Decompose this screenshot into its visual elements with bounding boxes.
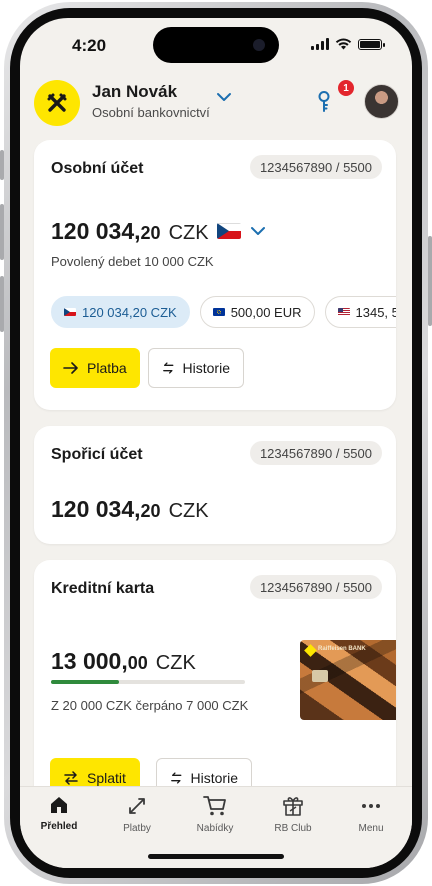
home-indicator bbox=[148, 854, 284, 859]
credit-usage-fill bbox=[51, 680, 119, 684]
credit-card-image[interactable]: Raiffeisen BANK bbox=[300, 640, 396, 720]
history-button[interactable]: Historie bbox=[148, 348, 244, 388]
history-button-label: Historie bbox=[182, 360, 230, 376]
card-chip-icon bbox=[312, 670, 328, 682]
account-number: 1234567890 / 5500 bbox=[249, 441, 382, 465]
key-icon[interactable] bbox=[316, 90, 332, 114]
overdraft-text: Povolený debet 10 000 CZK bbox=[51, 254, 214, 269]
balance-decimals: 00 bbox=[127, 653, 148, 673]
balance-currency: CZK bbox=[168, 222, 209, 244]
notification-badge: 1 bbox=[338, 80, 354, 96]
account-number: 1234567890 / 5500 bbox=[249, 155, 382, 179]
home-icon bbox=[51, 797, 67, 813]
status-icons bbox=[311, 38, 385, 50]
camera-icon bbox=[253, 39, 265, 51]
signal-icon bbox=[311, 38, 329, 50]
balance-currency: CZK bbox=[155, 652, 196, 674]
balance-decimals: 20 bbox=[140, 501, 161, 521]
more-icon bbox=[362, 804, 380, 808]
tab-label: Menu bbox=[358, 823, 384, 834]
action-button bbox=[0, 150, 4, 180]
wifi-icon bbox=[335, 38, 352, 50]
chip-label: 120 034,20 CZK bbox=[82, 304, 177, 320]
history-button[interactable]: Historie bbox=[156, 758, 252, 786]
power-button bbox=[428, 236, 432, 326]
currency-chips: 120 034,20 CZK 500,00 EUR 1345, 58 USD bbox=[51, 296, 396, 328]
cart-icon bbox=[203, 796, 226, 816]
accounts-list[interactable]: Osobní účet 1234567890 / 5500 120 034, 2… bbox=[20, 140, 412, 786]
volume-up-button bbox=[0, 204, 4, 260]
tab-label: Přehled bbox=[40, 821, 78, 832]
repay-button[interactable]: Splatit bbox=[50, 758, 140, 786]
swap-arrows-icon bbox=[163, 362, 174, 374]
payment-button-label: Platba bbox=[87, 360, 127, 376]
chip-label: 500,00 EUR bbox=[230, 304, 302, 320]
card-title: Osobní účet bbox=[51, 160, 144, 177]
arrow-right-icon bbox=[63, 362, 78, 374]
swap-arrows-icon bbox=[64, 771, 78, 785]
czech-flag-icon bbox=[64, 308, 76, 316]
gift-icon bbox=[283, 797, 303, 816]
app-screen: 4:20 Jan Novák Osobní bankovnictví 1 Oso… bbox=[20, 18, 412, 868]
tab-offers[interactable]: Nabídky bbox=[176, 795, 254, 834]
currency-chip-czk[interactable]: 120 034,20 CZK bbox=[51, 296, 190, 328]
credit-usage-text: Z 20 000 CZK čerpáno 7 000 CZK bbox=[51, 698, 249, 713]
card-title: Kreditní karta bbox=[51, 580, 155, 597]
credit-usage-bar bbox=[51, 680, 245, 684]
crossed-gables-icon bbox=[47, 93, 67, 112]
credit-card-account-card[interactable]: Kreditní karta 1234567890 / 5500 13 000,… bbox=[34, 560, 396, 786]
tab-label: Platby bbox=[123, 823, 151, 834]
status-bar: 4:20 bbox=[20, 18, 412, 70]
balance-main: 120 034, bbox=[51, 496, 141, 522]
savings-account-card[interactable]: Spořicí účet 1234567890 / 5500 120 034, … bbox=[34, 426, 396, 544]
balance-main: 13 000, bbox=[51, 648, 128, 674]
payment-button[interactable]: Platba bbox=[50, 348, 140, 388]
raiffeisen-mark-icon bbox=[304, 644, 317, 657]
eu-flag-icon bbox=[212, 308, 225, 316]
balance-amount: 13 000, 00 CZK bbox=[51, 648, 196, 675]
volume-down-button bbox=[0, 276, 4, 332]
chevron-down-icon[interactable] bbox=[250, 226, 266, 236]
repay-button-label: Splatit bbox=[87, 770, 126, 786]
currency-chip-eur[interactable]: 500,00 EUR bbox=[199, 296, 315, 328]
tab-payments[interactable]: Platby bbox=[98, 795, 176, 834]
balance-decimals: 20 bbox=[140, 223, 161, 243]
user-subtitle[interactable]: Osobní bankovnictví bbox=[92, 105, 210, 120]
personal-account-card[interactable]: Osobní účet 1234567890 / 5500 120 034, 2… bbox=[34, 140, 396, 410]
battery-icon bbox=[358, 38, 385, 50]
app-header: Jan Novák Osobní bankovnictví 1 bbox=[20, 74, 412, 140]
swap-arrows-icon bbox=[171, 772, 182, 784]
czech-flag-icon bbox=[216, 223, 241, 239]
tab-label: Nabídky bbox=[196, 823, 234, 834]
tab-label: RB Club bbox=[274, 823, 312, 834]
chip-label: 1345, 58 USD bbox=[355, 304, 396, 320]
balance-currency: CZK bbox=[168, 500, 209, 522]
balance-amount: 120 034, 20 CZK bbox=[51, 218, 241, 245]
tab-rb-club[interactable]: RB Club bbox=[254, 795, 332, 834]
transfer-icon bbox=[129, 798, 145, 814]
chevron-down-icon[interactable] bbox=[216, 92, 232, 102]
status-time: 4:20 bbox=[72, 36, 107, 55]
tab-overview[interactable]: Přehled bbox=[20, 795, 98, 832]
dynamic-island bbox=[153, 27, 279, 63]
tab-menu[interactable]: Menu bbox=[332, 795, 410, 834]
avatar[interactable] bbox=[364, 84, 399, 119]
card-brand-text: Raiffeisen BANK bbox=[318, 646, 366, 652]
history-button-label: Historie bbox=[190, 770, 238, 786]
user-name[interactable]: Jan Novák bbox=[92, 82, 177, 102]
balance-main: 120 034, bbox=[51, 218, 141, 244]
us-flag-icon bbox=[337, 308, 350, 316]
account-number: 1234567890 / 5500 bbox=[249, 575, 382, 599]
currency-chip-usd[interactable]: 1345, 58 USD bbox=[324, 296, 396, 328]
balance-amount: 120 034, 20 CZK bbox=[51, 496, 209, 523]
raiffeisen-logo-icon[interactable] bbox=[34, 80, 80, 126]
card-title: Spořicí účet bbox=[51, 446, 143, 463]
